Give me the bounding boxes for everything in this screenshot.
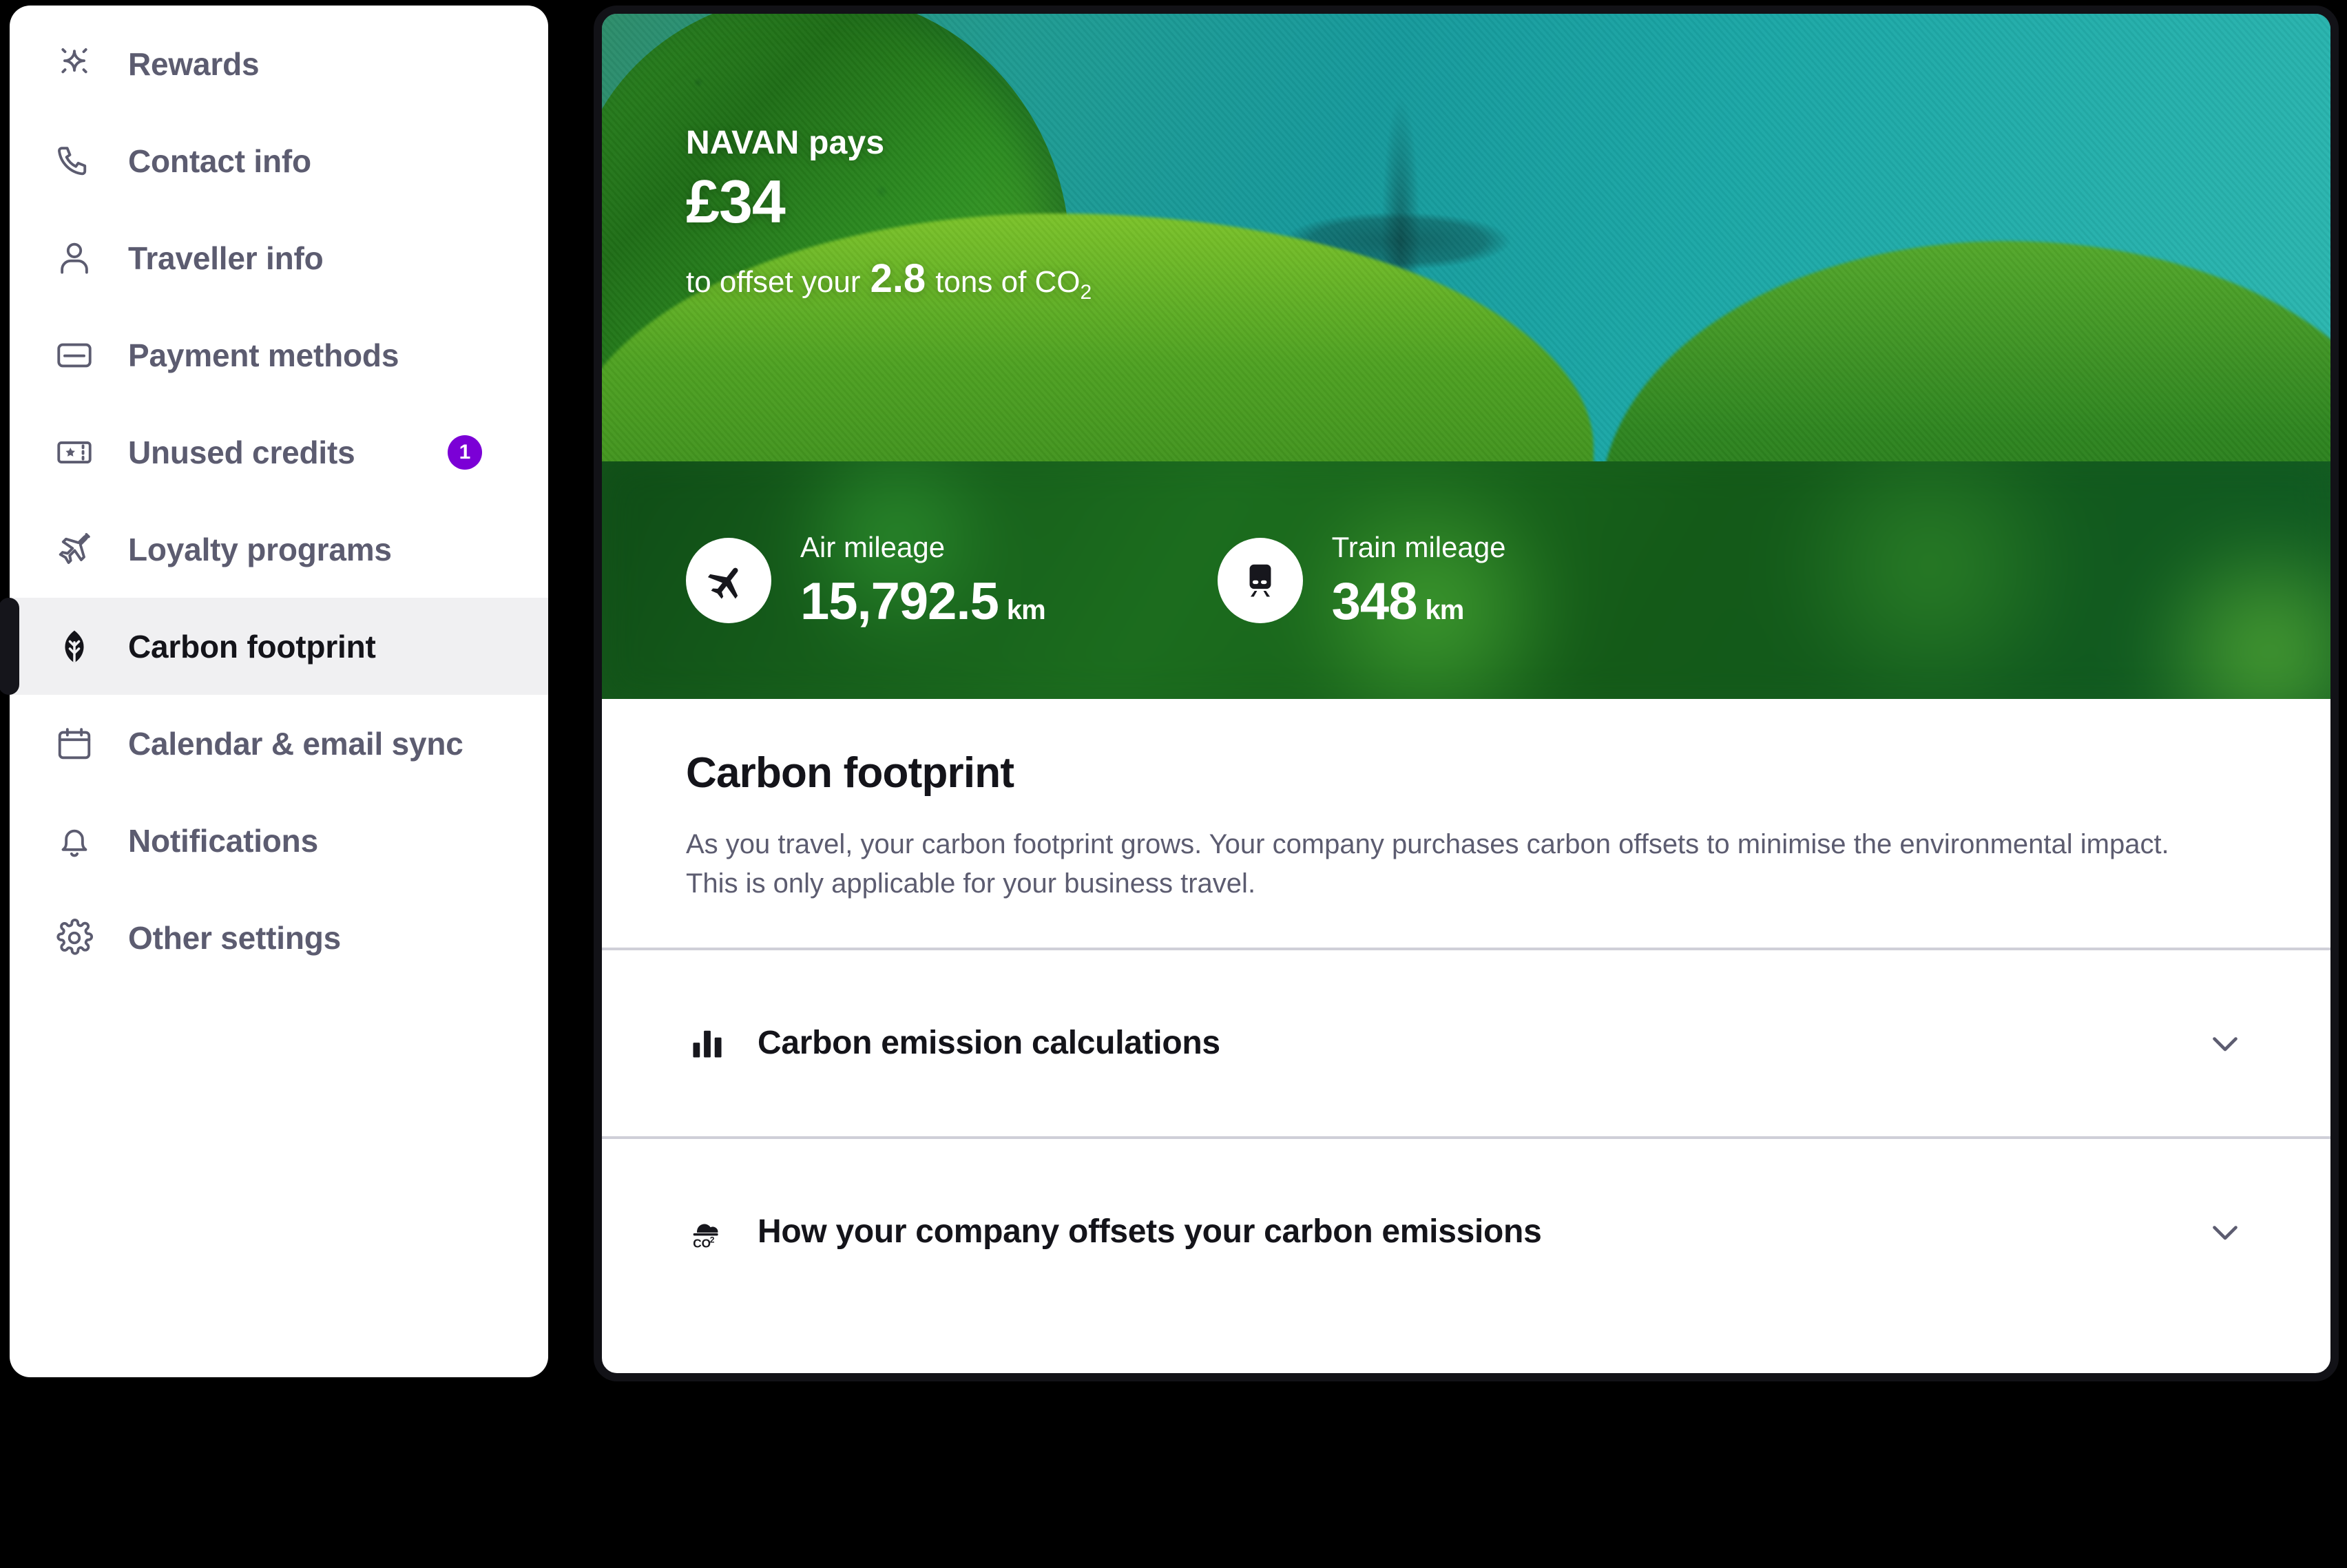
bar-chart-icon xyxy=(686,1022,729,1065)
sidebar-item-notifications[interactable]: Notifications xyxy=(10,792,548,889)
airplane-icon xyxy=(686,537,771,623)
leaf-icon xyxy=(52,625,96,669)
hero-offset-value: 2.8 xyxy=(870,256,926,301)
stat-label: Air mileage xyxy=(800,530,946,563)
sidebar-item-label: Notifications xyxy=(128,822,318,859)
content-padding: Carbon footprint As you travel, your car… xyxy=(602,749,2330,903)
sidebar-nav-list: Rewards Contact info Traveller info Paym… xyxy=(0,6,548,1377)
stat-air-mileage: Air mileage 15,792.5 km xyxy=(686,530,1046,628)
sidebar-item-loyalty-programs[interactable]: Loyalty programs xyxy=(10,501,548,598)
stat-value-wrap: 15,792.5 km xyxy=(800,575,1046,628)
hero-offset-line: to offset your 2.8 tons of CO 2 xyxy=(686,255,1092,304)
sidebar-item-payment-methods[interactable]: Payment methods xyxy=(10,306,548,404)
stat-value-wrap: 348 km xyxy=(1332,575,1506,628)
accordion-label: How your company offsets your carbon emi… xyxy=(758,1213,1542,1251)
accordion-how-company-offsets-emissions[interactable]: CO 2 How your company offsets your carbo… xyxy=(602,1139,2330,1325)
accordion-label: Carbon emission calculations xyxy=(758,1025,1220,1062)
settings-sidebar-card: Rewards Contact info Traveller info Paym… xyxy=(0,6,548,1377)
stat-train-mileage: Train mileage 348 km xyxy=(1217,530,1506,628)
sparkle-icon xyxy=(52,42,96,86)
hero-amount: £34 xyxy=(686,167,786,236)
chevron-down-icon[interactable] xyxy=(2204,1211,2246,1253)
hero-offset-suffix: tons of CO xyxy=(935,265,1081,299)
bell-icon xyxy=(52,819,96,863)
sidebar-item-label: Traveller info xyxy=(128,240,324,276)
page-title: Carbon footprint xyxy=(686,749,1014,797)
sidebar-item-label: Carbon footprint xyxy=(128,628,376,665)
hero-offset-summary: NAVAN pays £34 to offset your 2.8 tons o… xyxy=(686,124,1092,304)
person-icon xyxy=(52,236,96,280)
sidebar-item-label: Unused credits xyxy=(128,434,355,470)
accordion-carbon-emission-calculations[interactable]: Carbon emission calculations xyxy=(602,950,2330,1136)
stat-value: 15,792.5 xyxy=(800,572,999,631)
sidebar-item-carbon-footprint[interactable]: Carbon footprint xyxy=(0,598,548,695)
sidebar-item-label: Calendar & email sync xyxy=(128,725,463,762)
sidebar-item-traveller-info[interactable]: Traveller info xyxy=(10,209,548,306)
svg-text:2: 2 xyxy=(710,1235,715,1244)
carbon-footprint-content: Carbon footprint As you travel, your car… xyxy=(602,699,2330,1325)
sidebar-item-label: Loyalty programs xyxy=(128,531,392,567)
sidebar-item-calendar-email-sync[interactable]: Calendar & email sync xyxy=(10,695,548,792)
credit-card-icon xyxy=(52,333,96,377)
train-icon xyxy=(1217,537,1303,623)
co2-cloud-icon: CO 2 xyxy=(686,1211,729,1253)
sidebar-item-contact-info[interactable]: Contact info xyxy=(10,112,548,209)
stat-unit: km xyxy=(1425,594,1464,625)
sidebar-item-rewards[interactable]: Rewards xyxy=(10,15,548,112)
sidebar-item-label: Contact info xyxy=(128,143,311,179)
hero-offset-subscript: 2 xyxy=(1080,281,1092,304)
stat-unit: km xyxy=(1006,594,1046,625)
gear-icon xyxy=(52,916,96,960)
sidebar-item-label: Rewards xyxy=(128,45,260,82)
stat-label: Train mileage xyxy=(1331,530,1506,563)
stat-texts: Train mileage 348 km xyxy=(1331,530,1506,628)
ticket-icon xyxy=(52,430,96,474)
stats-row: Air mileage 15,792.5 km Train mileage 348… xyxy=(602,461,2330,699)
hero-payer-label: NAVAN pays xyxy=(686,125,885,161)
hero-offset-prefix: to offset your xyxy=(686,265,861,299)
stat-texts: Air mileage 15,792.5 km xyxy=(800,530,1046,628)
unused-credits-badge: 1 xyxy=(448,435,482,470)
carbon-footprint-panel: NAVAN pays £34 to offset your 2.8 tons o… xyxy=(594,6,2339,1381)
sidebar-item-other-settings[interactable]: Other settings xyxy=(10,889,548,986)
sidebar-item-label: Payment methods xyxy=(128,337,399,373)
sidebar-item-unused-credits[interactable]: Unused credits 1 xyxy=(10,404,548,501)
calendar-icon xyxy=(52,722,96,766)
chevron-down-icon[interactable] xyxy=(2204,1022,2246,1065)
airplane-icon xyxy=(52,527,96,572)
sidebar-item-label: Other settings xyxy=(128,919,342,956)
page-description: As you travel, your carbon footprint gro… xyxy=(686,829,2169,899)
stat-value: 348 xyxy=(1331,572,1418,631)
hero-banner: NAVAN pays £34 to offset your 2.8 tons o… xyxy=(602,14,2330,461)
mileage-stats-bar: Air mileage 15,792.5 km Train mileage 348… xyxy=(602,461,2330,699)
phone-icon xyxy=(52,139,96,183)
svg-text:CO: CO xyxy=(693,1236,711,1250)
